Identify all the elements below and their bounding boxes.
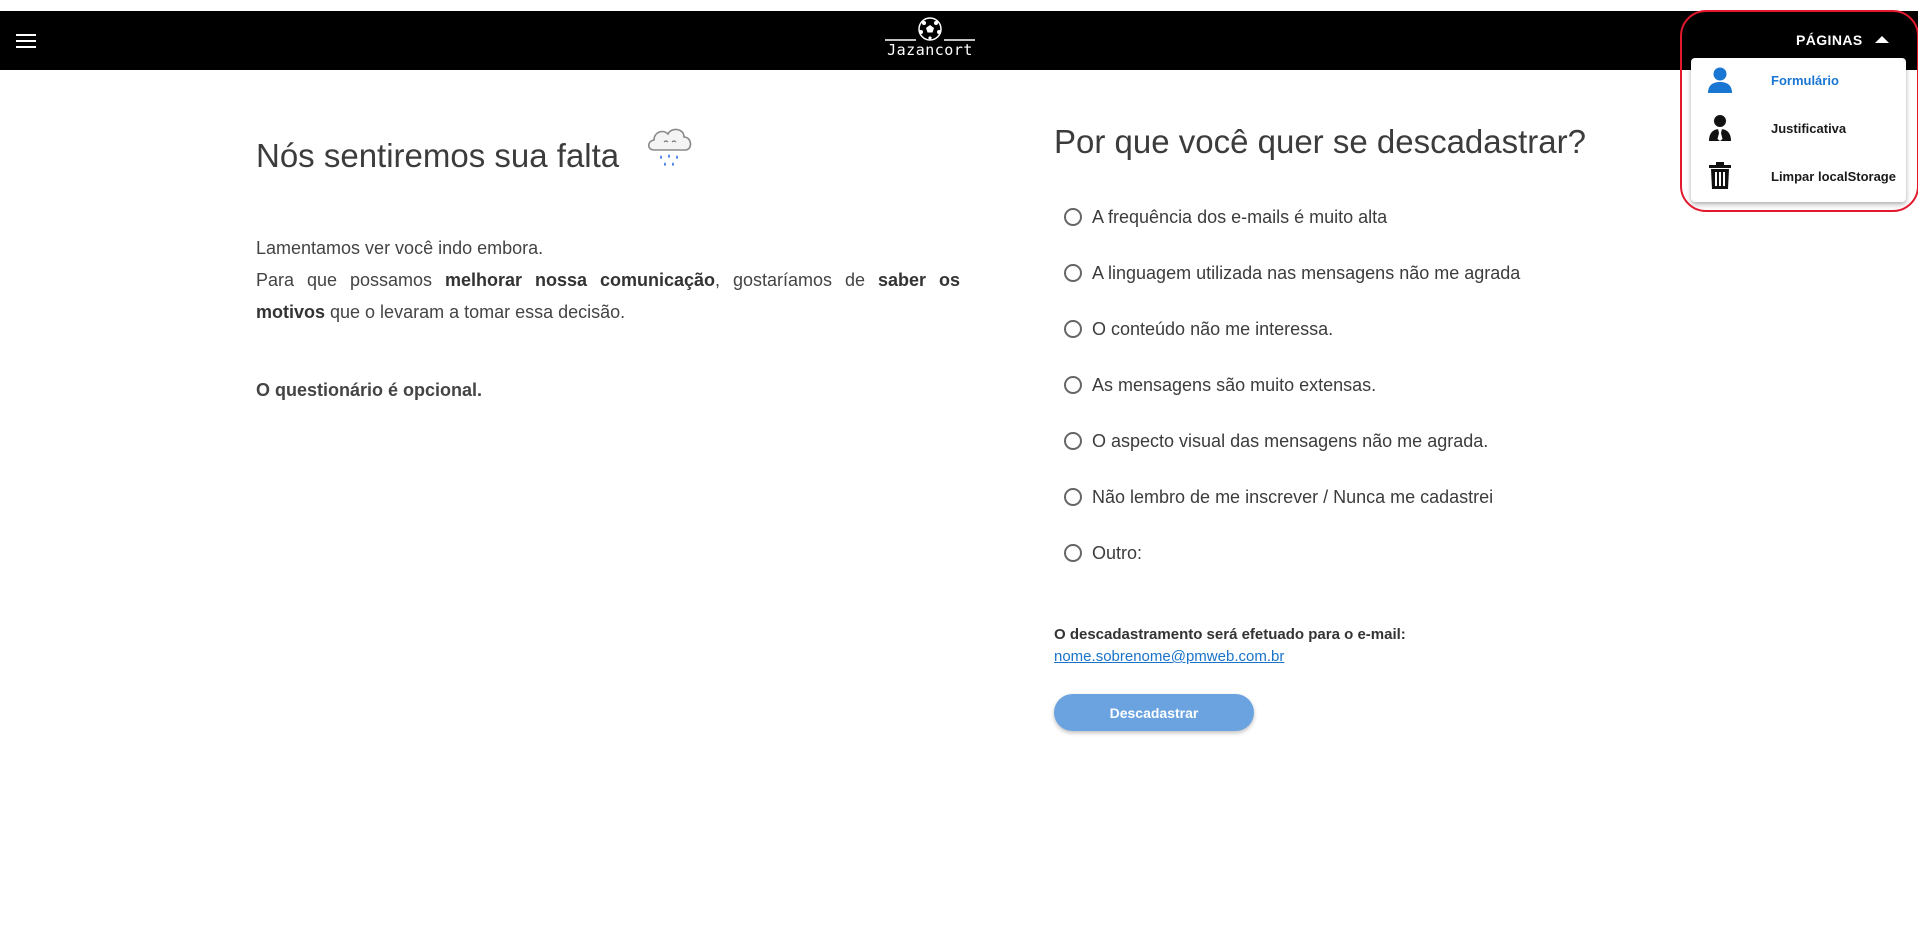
radio-button[interactable] bbox=[1064, 376, 1082, 394]
caret-up-icon bbox=[1874, 35, 1889, 43]
radio-button[interactable] bbox=[1064, 544, 1082, 562]
person-tie-icon bbox=[1705, 113, 1735, 143]
menu-item-justificativa[interactable]: Justificativa bbox=[1691, 106, 1906, 150]
trash-icon bbox=[1705, 161, 1735, 191]
optional-note: O questionário é opcional. bbox=[256, 380, 483, 400]
email-note: O descadastramento será efetuado para o … bbox=[1054, 626, 1406, 643]
paginas-dropdown-menu: Formulário Justificativa Limpar localSto… bbox=[1691, 58, 1906, 202]
reason-option[interactable]: O aspecto visual das mensagens não me ag… bbox=[1064, 427, 1488, 455]
survey-title: Por que você quer se descadastrar? bbox=[1054, 123, 1586, 160]
top-strip bbox=[0, 0, 1918, 11]
radio-button[interactable] bbox=[1064, 264, 1082, 282]
logo: Jazancort bbox=[880, 16, 980, 68]
person-icon bbox=[1705, 65, 1735, 95]
lament-text: Lamentamos ver você indo embora. bbox=[256, 238, 544, 258]
radio-button[interactable] bbox=[1064, 208, 1082, 226]
hamburger-menu-icon[interactable] bbox=[14, 29, 38, 53]
radio-button[interactable] bbox=[1064, 432, 1082, 450]
rain-cloud-icon bbox=[647, 128, 692, 166]
menu-item-label: Justificativa bbox=[1771, 120, 1847, 136]
reason-option[interactable]: Não lembro de me inscrever / Nunca me ca… bbox=[1064, 483, 1493, 511]
menu-item-label: Limpar localStorage bbox=[1771, 168, 1896, 184]
intro-paragraph: Para que possamos melhorar nossa comunic… bbox=[256, 270, 961, 322]
email-link[interactable]: nome.sobrenome@pmweb.com.br bbox=[1054, 648, 1284, 665]
descadastrar-button[interactable]: Descadastrar bbox=[1054, 694, 1254, 731]
radio-button[interactable] bbox=[1064, 320, 1082, 338]
page-title: Nós sentiremos sua falta bbox=[256, 137, 620, 174]
radio-button[interactable] bbox=[1064, 488, 1082, 506]
menu-item-formulario[interactable]: Formulário bbox=[1691, 58, 1906, 102]
reason-option[interactable]: As mensagens são muito extensas. bbox=[1064, 371, 1376, 399]
reason-option[interactable]: O conteúdo não me interessa. bbox=[1064, 315, 1333, 343]
paginas-label: PÁGINAS bbox=[1796, 32, 1863, 48]
menu-item-limpar-localstorage[interactable]: Limpar localStorage bbox=[1691, 154, 1906, 198]
reason-option-other[interactable]: Outro: bbox=[1064, 539, 1142, 567]
reason-option[interactable]: A frequência dos e-mails é muito alta bbox=[1064, 203, 1387, 231]
paginas-menu-button[interactable]: PÁGINAS bbox=[1796, 29, 1889, 51]
app-bar: Jazancort PÁGINAS bbox=[0, 11, 1918, 70]
reason-option[interactable]: A linguagem utilizada nas mensagens não … bbox=[1064, 259, 1520, 287]
logo-text: Jazancort bbox=[887, 41, 973, 59]
menu-item-label: Formulário bbox=[1771, 72, 1839, 88]
